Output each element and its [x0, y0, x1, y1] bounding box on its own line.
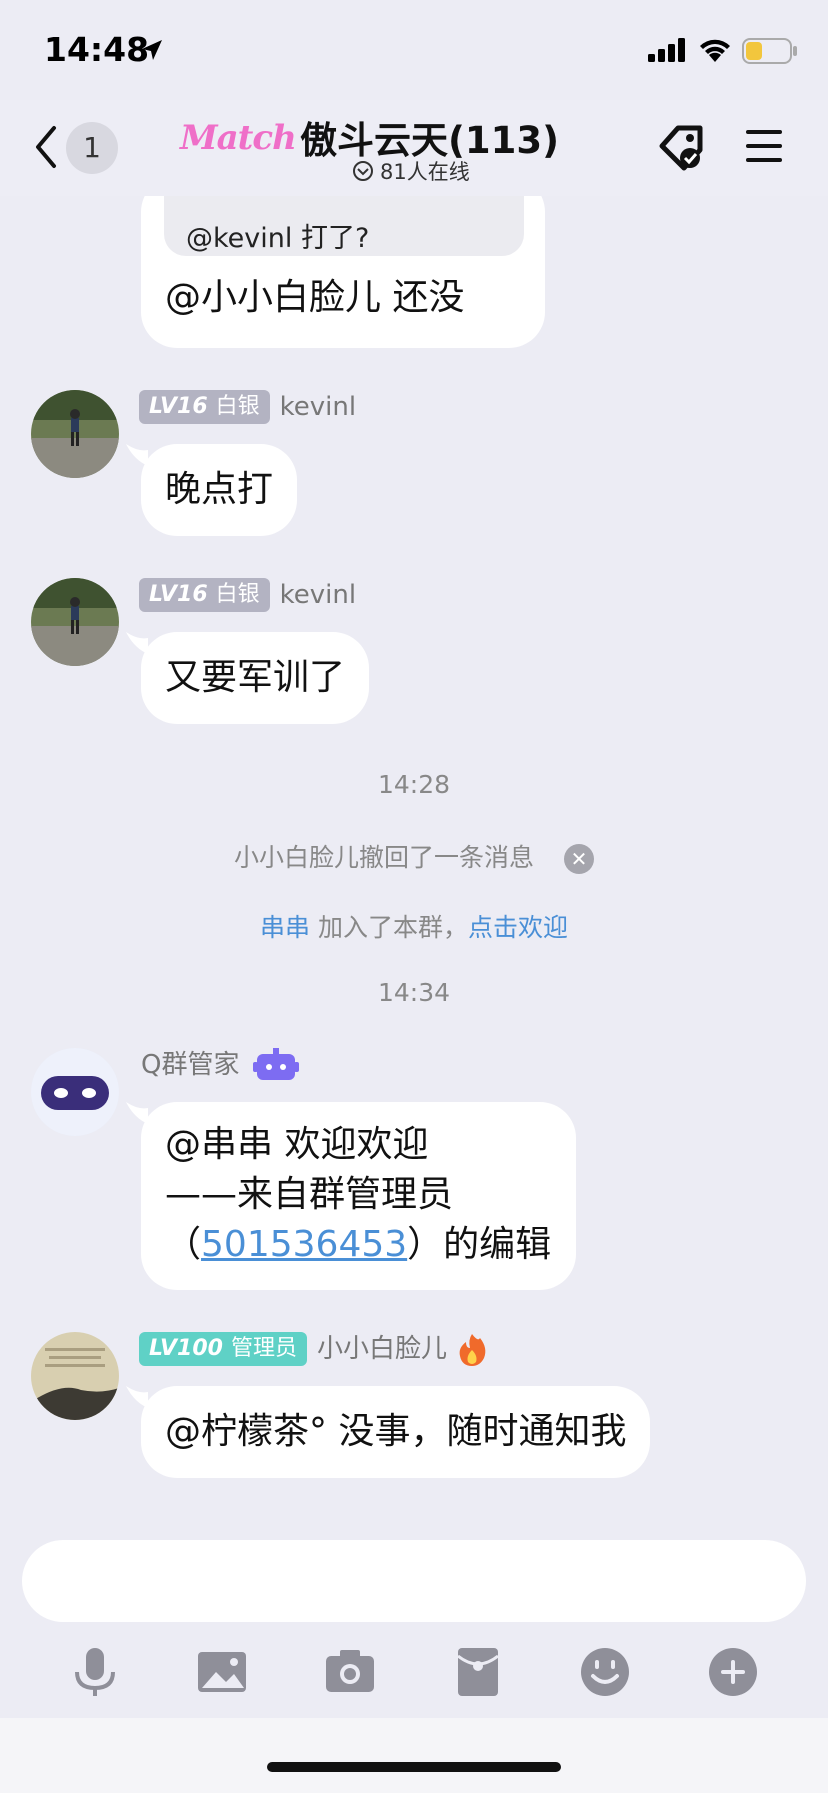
online-chevron-icon: [353, 161, 373, 181]
fire-icon: [459, 1334, 486, 1366]
plus-icon[interactable]: [703, 1642, 763, 1702]
menu-icon[interactable]: [744, 126, 784, 166]
status-time: 14:48: [44, 30, 150, 69]
join-text: 加入了本群，: [310, 913, 468, 942]
avatar-photo-icon: [31, 578, 119, 666]
tag-icon[interactable]: [656, 120, 710, 174]
joined-user-link[interactable]: 串串: [260, 913, 310, 942]
image-icon[interactable]: [192, 1642, 252, 1702]
chat-message-list[interactable]: @kevinl 打了? @小小白脸儿 还没 LV16白银 kevinl 晚点打: [0, 196, 828, 1522]
online-status[interactable]: 81人在线: [352, 156, 470, 186]
message-meta: LV16 白银 kevinl: [139, 578, 356, 612]
red-packet-icon[interactable]: [448, 1642, 508, 1702]
sender-name[interactable]: kevinl: [280, 578, 356, 612]
message-bubble[interactable]: @柠檬茶° 没事，随时通知我: [141, 1386, 651, 1478]
input-area: [0, 1522, 828, 1718]
message-meta: Q群管家: [139, 1048, 299, 1082]
message-line: ——来自群管理员: [165, 1174, 454, 1215]
camera-icon[interactable]: [320, 1642, 380, 1702]
message-meta: LV16 白银 kevinl: [139, 390, 356, 424]
battery-icon: [742, 38, 797, 64]
admin-qq-link[interactable]: 501536453: [201, 1224, 407, 1265]
robot-badge-icon: [252, 1048, 299, 1080]
join-notice: 串串 加入了本群，点击欢迎: [0, 908, 828, 944]
message-line: @串串 欢迎欢迎: [165, 1124, 429, 1165]
avatar[interactable]: [31, 578, 119, 666]
sender-name[interactable]: 小小白脸儿: [317, 1332, 447, 1366]
match-logo: Match: [180, 118, 297, 158]
home-indicator-area: [0, 1718, 828, 1793]
message-bubble[interactable]: 晚点打: [141, 444, 298, 536]
welcome-link[interactable]: 点击欢迎: [468, 913, 568, 942]
recall-notice: 小小白脸儿撤回了一条消息 ✕: [0, 838, 828, 874]
message-line: （501536453）的编辑: [165, 1224, 552, 1265]
back-chevron-icon[interactable]: [32, 122, 60, 172]
online-count-text: 81人在线: [380, 160, 470, 184]
status-bar: 14:48: [0, 0, 828, 100]
recall-text: 小小白脸儿撤回了一条消息: [233, 843, 534, 872]
location-arrow-icon: [142, 40, 162, 60]
home-indicator[interactable]: [267, 1762, 561, 1772]
emoji-icon[interactable]: [575, 1642, 635, 1702]
bot-avatar[interactable]: [31, 1048, 119, 1136]
message-bubble[interactable]: 又要军训了: [141, 632, 370, 724]
level-badge: LV100 管理员: [139, 1332, 307, 1366]
message-input[interactable]: [22, 1540, 806, 1622]
message-meta: LV100 管理员 小小白脸儿: [139, 1332, 488, 1366]
chat-header: 1 Match 傲斗云天(113) 81人在线: [0, 100, 828, 196]
robot-face-icon: [31, 1048, 119, 1136]
timestamp: 14:28: [377, 770, 451, 799]
avatar[interactable]: [31, 390, 119, 478]
wifi-icon: [700, 39, 730, 62]
sender-name[interactable]: Q群管家: [141, 1048, 239, 1082]
avatar[interactable]: [31, 1332, 119, 1420]
message-text: @小小白脸儿 还没: [165, 277, 465, 318]
timestamp: 14:34: [377, 978, 451, 1007]
cellular-signal-icon: [648, 38, 685, 62]
sender-name[interactable]: kevinl: [280, 390, 356, 424]
level-badge: LV16 白银: [139, 578, 270, 612]
close-icon[interactable]: ✕: [564, 844, 594, 874]
avatar-photo-icon: [31, 1332, 119, 1420]
level-badge: LV16 白银: [139, 390, 270, 424]
avatar-photo-icon: [31, 390, 119, 478]
microphone-icon[interactable]: [65, 1642, 125, 1702]
message-bubble[interactable]: @串串 欢迎欢迎 ——来自群管理员 （501536453）的编辑: [141, 1102, 576, 1290]
unread-count-badge[interactable]: 1: [66, 122, 118, 174]
quoted-message[interactable]: @kevinl 打了?: [164, 196, 524, 256]
